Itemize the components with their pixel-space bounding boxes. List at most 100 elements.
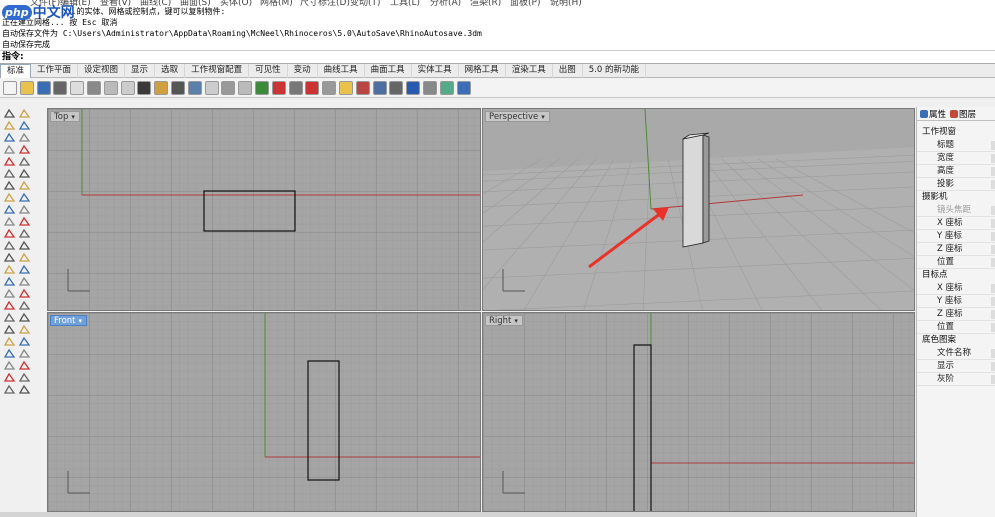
tab-5[interactable]: 工作视窗配置 xyxy=(185,64,250,78)
circle-icon[interactable] xyxy=(3,276,16,287)
point-icon[interactable] xyxy=(18,252,31,263)
settings-icon[interactable] xyxy=(423,81,437,95)
viewport-front[interactable]: Front ▾ xyxy=(47,312,481,512)
viewport-label-front[interactable]: Front ▾ xyxy=(50,315,88,326)
copy-icon[interactable] xyxy=(103,81,118,95)
command-prompt[interactable]: 指令: xyxy=(0,50,995,64)
cut-icon[interactable] xyxy=(87,81,101,95)
select-icon[interactable] xyxy=(3,252,16,263)
point-icon[interactable] xyxy=(305,81,320,95)
tab-7[interactable]: 变动 xyxy=(288,64,318,78)
line-icon[interactable] xyxy=(3,264,16,275)
scale-icon[interactable] xyxy=(18,384,31,395)
tab-14[interactable]: 5.0 的新功能 xyxy=(583,64,646,78)
curve-icon[interactable] xyxy=(322,81,337,95)
box-icon[interactable] xyxy=(3,324,16,335)
property-row[interactable]: 投影 xyxy=(917,178,995,191)
split-icon[interactable] xyxy=(3,360,16,371)
property-value-field[interactable] xyxy=(991,349,995,358)
undo-icon[interactable] xyxy=(137,81,152,95)
property-row[interactable]: 位置 xyxy=(917,321,995,334)
property-row[interactable]: 镜头焦距 xyxy=(917,204,995,217)
property-row[interactable]: Y 座标 xyxy=(917,295,995,308)
polygon-icon[interactable] xyxy=(3,300,16,311)
circle-icon[interactable] xyxy=(3,132,16,143)
curve-icon[interactable] xyxy=(3,144,16,155)
tab-9[interactable]: 曲面工具 xyxy=(365,64,412,78)
property-row[interactable]: 标题 xyxy=(917,139,995,152)
tab-layers[interactable]: 图层 xyxy=(950,108,976,120)
paste-icon[interactable] xyxy=(120,81,135,95)
property-value-field[interactable] xyxy=(991,141,995,150)
save-icon[interactable] xyxy=(36,81,51,95)
material-icon[interactable] xyxy=(355,81,370,95)
refresh-icon[interactable] xyxy=(255,81,269,95)
print-icon[interactable] xyxy=(53,81,68,95)
viewport-top[interactable]: Top ▾ xyxy=(47,108,481,311)
property-row[interactable]: X 座标 xyxy=(917,217,995,230)
property-value-field[interactable] xyxy=(991,154,995,163)
property-row[interactable]: 宽度 xyxy=(917,152,995,165)
explode-icon[interactable] xyxy=(3,228,16,239)
tab-3[interactable]: 显示 xyxy=(125,64,156,78)
property-row[interactable]: X 座标 xyxy=(917,282,995,295)
property-value-field[interactable] xyxy=(991,167,995,176)
fillet-icon[interactable] xyxy=(3,348,16,359)
property-value-field[interactable] xyxy=(991,297,995,306)
explode-icon[interactable] xyxy=(3,372,16,383)
select-icon[interactable] xyxy=(3,108,16,119)
tab-2[interactable]: 设定视图 xyxy=(78,64,126,78)
polygon-icon[interactable] xyxy=(3,156,16,167)
array-icon[interactable] xyxy=(18,228,31,239)
move-icon[interactable] xyxy=(3,240,16,251)
property-value-field[interactable] xyxy=(991,362,995,371)
property-value-field[interactable] xyxy=(991,375,995,384)
layer-icon[interactable] xyxy=(439,81,454,95)
property-row[interactable]: 灰阶 xyxy=(917,373,995,386)
tab-1[interactable]: 工作平面 xyxy=(31,64,79,78)
property-value-field[interactable] xyxy=(991,232,995,241)
move-icon[interactable] xyxy=(3,384,16,395)
render-icon[interactable] xyxy=(372,81,387,95)
tab-0[interactable]: 标准 xyxy=(0,64,32,78)
property-value-field[interactable] xyxy=(991,245,995,254)
tab-13[interactable]: 出图 xyxy=(553,64,583,78)
property-row[interactable]: 高度 xyxy=(917,165,995,178)
ellipse-icon[interactable] xyxy=(18,156,31,167)
join-icon[interactable] xyxy=(18,216,31,227)
viewport-right[interactable]: Right ▾ xyxy=(482,312,915,512)
zoom-icon[interactable] xyxy=(187,81,202,95)
polyline-icon[interactable] xyxy=(18,264,31,275)
polyline-icon[interactable] xyxy=(18,120,31,131)
sphere-icon[interactable] xyxy=(18,180,31,191)
tab-10[interactable]: 实体工具 xyxy=(412,64,459,78)
tab-8[interactable]: 曲线工具 xyxy=(318,64,365,78)
trim-icon[interactable] xyxy=(18,348,31,359)
sphere-icon[interactable] xyxy=(389,81,404,95)
property-row[interactable]: Y 座标 xyxy=(917,230,995,243)
cylinder-icon[interactable] xyxy=(3,336,16,347)
viewport-label-right[interactable]: Right ▾ xyxy=(485,315,523,326)
extrude-icon[interactable] xyxy=(18,336,31,347)
property-value-field[interactable] xyxy=(991,284,995,293)
zoom-extents-icon[interactable] xyxy=(221,81,236,95)
line-icon[interactable] xyxy=(3,120,16,131)
viewport-label-perspective[interactable]: Perspective ▾ xyxy=(485,111,550,122)
join-icon[interactable] xyxy=(18,360,31,371)
array-icon[interactable] xyxy=(18,372,31,383)
shade-icon[interactable] xyxy=(288,81,303,95)
tab-11[interactable]: 网格工具 xyxy=(459,64,506,78)
split-icon[interactable] xyxy=(3,216,16,227)
extrude-icon[interactable] xyxy=(18,192,31,203)
box-icon[interactable] xyxy=(3,180,16,191)
property-row[interactable]: 位置 xyxy=(917,256,995,269)
surface-icon[interactable] xyxy=(18,168,31,179)
ellipse-icon[interactable] xyxy=(18,300,31,311)
property-value-field[interactable] xyxy=(991,219,995,228)
text-icon[interactable] xyxy=(3,168,16,179)
zoom-window-icon[interactable] xyxy=(204,81,219,95)
tab-12[interactable]: 渲染工具 xyxy=(506,64,553,78)
arc-icon[interactable] xyxy=(18,276,31,287)
property-value-field[interactable] xyxy=(991,206,995,215)
new-file-icon[interactable] xyxy=(3,81,17,95)
